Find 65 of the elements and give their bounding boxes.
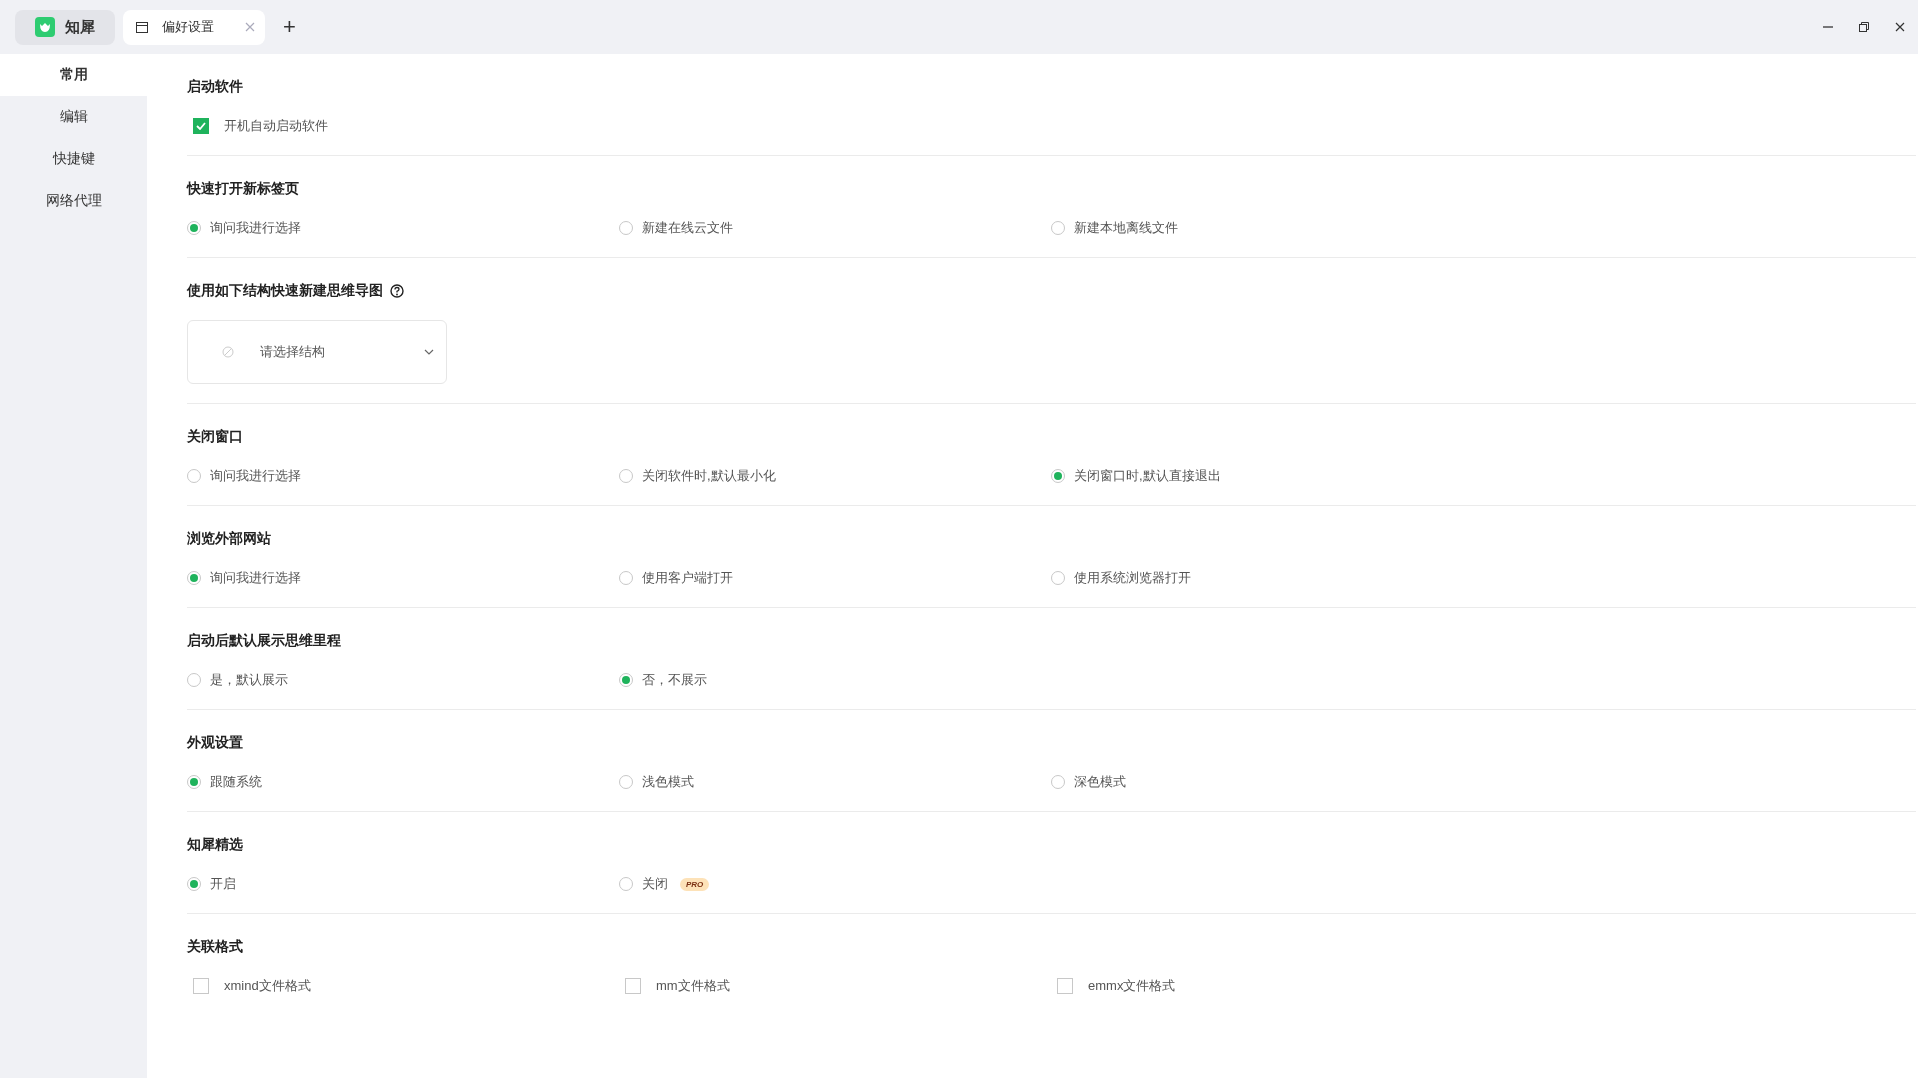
document-tab[interactable]: 偏好设置 xyxy=(123,9,265,45)
option-label: 使用客户端打开 xyxy=(642,569,733,587)
section-title: 外观设置 xyxy=(187,734,243,752)
option-label: 否，不展示 xyxy=(642,671,707,689)
radio-button[interactable] xyxy=(187,571,201,585)
window-icon xyxy=(136,21,148,33)
close-icon[interactable] xyxy=(1894,21,1906,33)
sidebar-item[interactable]: 快捷键 xyxy=(0,138,147,180)
pro-badge: PRO xyxy=(680,877,710,891)
option-label: 跟随系统 xyxy=(210,773,262,791)
option-label: 深色模式 xyxy=(1074,773,1126,791)
structure-select[interactable]: 请选择结构 xyxy=(187,320,447,384)
option-label: 询问我进行选择 xyxy=(210,569,301,587)
checkbox[interactable] xyxy=(1057,978,1073,994)
app-logo-icon xyxy=(35,17,55,37)
radio-button[interactable] xyxy=(1051,775,1065,789)
section-title: 浏览外部网站 xyxy=(187,530,271,548)
radio-button[interactable] xyxy=(619,775,633,789)
option-label: 关闭窗口时,默认直接退出 xyxy=(1074,467,1221,485)
radio-button[interactable] xyxy=(619,571,633,585)
option-label: 关闭 xyxy=(642,875,668,893)
radio-button[interactable] xyxy=(1051,571,1065,585)
section-title: 关联格式 xyxy=(187,938,243,956)
option-label: 新建本地离线文件 xyxy=(1074,219,1178,237)
radio-button[interactable] xyxy=(619,877,633,891)
checkbox[interactable] xyxy=(625,978,641,994)
app-tab[interactable]: 知犀 xyxy=(15,9,115,45)
radio-button[interactable] xyxy=(1051,469,1065,483)
checkbox[interactable] xyxy=(193,118,209,134)
radio-button[interactable] xyxy=(187,221,201,235)
option-label: 关闭软件时,默认最小化 xyxy=(642,467,776,485)
section-title: 启动后默认展示思维里程 xyxy=(187,632,341,650)
sidebar-item[interactable]: 常用 xyxy=(0,54,147,96)
section-title: 快速打开新标签页 xyxy=(187,180,299,198)
sidebar-item[interactable]: 编辑 xyxy=(0,96,147,138)
radio-button[interactable] xyxy=(187,469,201,483)
option-label: emmx文件格式 xyxy=(1088,977,1176,995)
option-label: 使用系统浏览器打开 xyxy=(1074,569,1191,587)
radio-button[interactable] xyxy=(187,673,201,687)
option-label: 询问我进行选择 xyxy=(210,467,301,485)
option-label: 开机自动启动软件 xyxy=(224,117,328,135)
option-label: 浅色模式 xyxy=(642,773,694,791)
disabled-icon xyxy=(222,346,234,358)
radio-button[interactable] xyxy=(619,673,633,687)
option-label: mm文件格式 xyxy=(656,977,730,995)
radio-button[interactable] xyxy=(1051,221,1065,235)
option-label: 询问我进行选择 xyxy=(210,219,301,237)
checkmark-icon xyxy=(196,122,206,130)
sidebar-item[interactable]: 网络代理 xyxy=(0,180,147,222)
radio-button[interactable] xyxy=(619,221,633,235)
radio-button[interactable] xyxy=(187,775,201,789)
radio-button[interactable] xyxy=(187,877,201,891)
option-label: 是，默认展示 xyxy=(210,671,288,689)
restore-icon[interactable] xyxy=(1858,21,1870,33)
section-title: 知犀精选 xyxy=(187,836,243,854)
section-title: 启动软件 xyxy=(187,78,243,96)
option-label: xmind文件格式 xyxy=(224,977,311,995)
section-title: 使用如下结构快速新建思维导图 xyxy=(187,282,383,300)
new-tab-button[interactable]: + xyxy=(277,14,302,40)
chevron-down-icon xyxy=(424,349,434,355)
checkbox[interactable] xyxy=(193,978,209,994)
radio-button[interactable] xyxy=(619,469,633,483)
option-label: 新建在线云文件 xyxy=(642,219,733,237)
section-title: 关闭窗口 xyxy=(187,428,243,446)
option-label: 开启 xyxy=(210,875,236,893)
